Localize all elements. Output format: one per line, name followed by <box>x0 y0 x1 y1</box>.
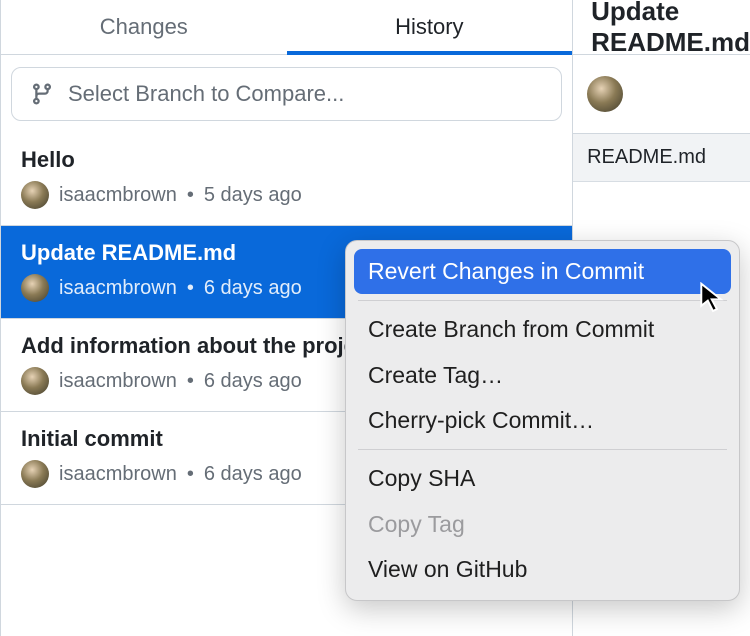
avatar <box>21 274 49 302</box>
menu-create-branch[interactable]: Create Branch from Commit <box>354 307 731 352</box>
commit-title: Hello <box>21 147 552 173</box>
menu-copy-tag: Copy Tag <box>354 502 731 547</box>
commit-author: isaacmbrown <box>59 463 177 486</box>
menu-view-github[interactable]: View on GitHub <box>354 547 731 592</box>
menu-separator <box>358 449 727 450</box>
avatar <box>21 460 49 488</box>
menu-cherry-pick[interactable]: Cherry-pick Commit… <box>354 398 731 443</box>
commit-item[interactable]: Hello isaacmbrown • 5 days ago <box>1 133 572 226</box>
commit-time: 6 days ago <box>204 463 302 486</box>
commit-author: isaacmbrown <box>59 184 177 207</box>
separator-dot: • <box>187 184 194 207</box>
menu-create-tag[interactable]: Create Tag… <box>354 353 731 398</box>
commit-context-menu: Revert Changes in Commit Create Branch f… <box>345 240 740 601</box>
avatar <box>21 367 49 395</box>
changed-file-row[interactable]: README.md <box>573 134 750 182</box>
git-branch-icon <box>30 82 54 106</box>
separator-dot: • <box>187 277 194 300</box>
detail-title: Update README.md <box>573 0 750 55</box>
detail-meta <box>573 55 750 134</box>
menu-copy-sha[interactable]: Copy SHA <box>354 456 731 501</box>
separator-dot: • <box>187 370 194 393</box>
avatar <box>587 76 623 112</box>
menu-separator <box>358 300 727 301</box>
avatar <box>21 181 49 209</box>
commit-author: isaacmbrown <box>59 277 177 300</box>
branch-compare-placeholder: Select Branch to Compare... <box>68 81 344 107</box>
commit-time: 6 days ago <box>204 277 302 300</box>
tab-changes[interactable]: Changes <box>1 0 287 54</box>
commit-time: 6 days ago <box>204 370 302 393</box>
tabs: Changes History <box>1 0 572 55</box>
menu-revert-commit[interactable]: Revert Changes in Commit <box>354 249 731 294</box>
tab-history[interactable]: History <box>287 0 573 54</box>
commit-time: 5 days ago <box>204 184 302 207</box>
separator-dot: • <box>187 463 194 486</box>
tab-changes-label: Changes <box>100 14 188 40</box>
commit-author: isaacmbrown <box>59 370 177 393</box>
changed-file-name: README.md <box>587 146 706 169</box>
branch-compare-selector[interactable]: Select Branch to Compare... <box>11 67 562 121</box>
commit-meta: isaacmbrown • 5 days ago <box>21 181 552 209</box>
tab-history-label: History <box>395 14 463 40</box>
